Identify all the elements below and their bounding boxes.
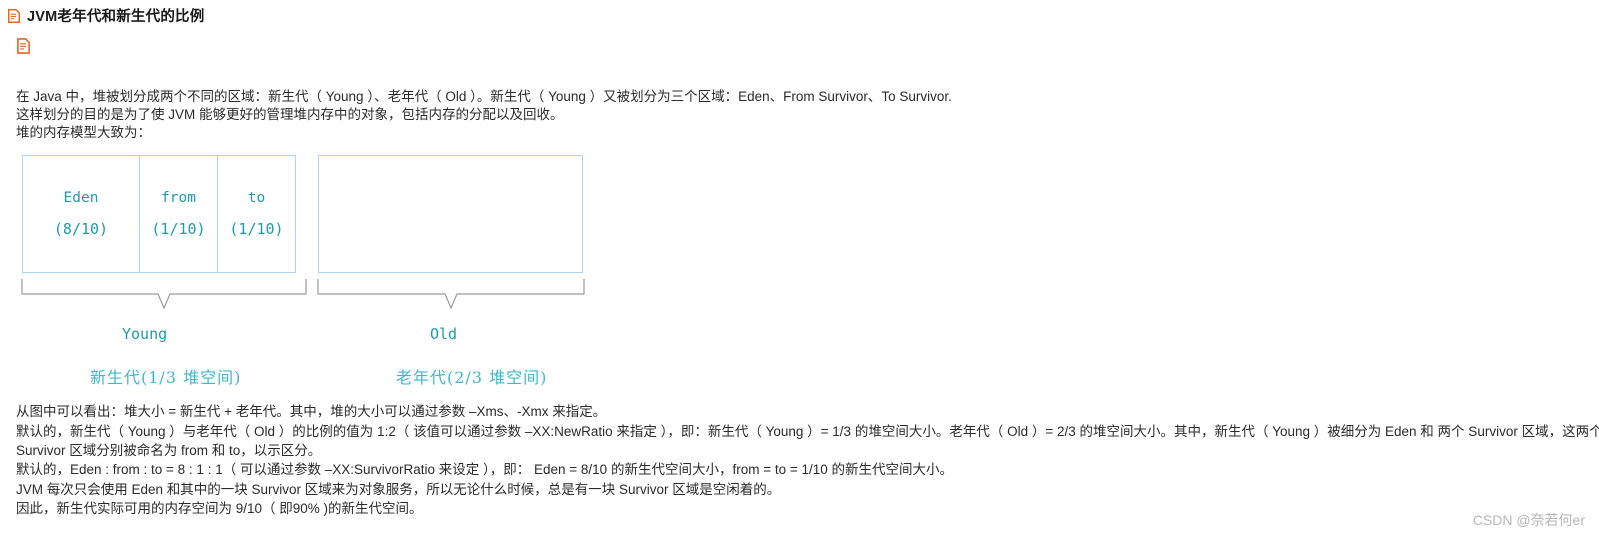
- detail-line-4: 默认的，Eden : from : to = 8 : 1 : 1（ 可以通过参数…: [16, 462, 953, 477]
- young-generation-boxes: Eden (8/10) from (1/10) to (1/10): [22, 155, 296, 273]
- old-generation-box: [318, 155, 583, 273]
- from-label: from: [161, 190, 196, 206]
- old-brace-icon: [317, 278, 585, 315]
- page-title: JVM老年代和新生代的比例: [27, 9, 205, 25]
- from-ratio: (1/10): [151, 220, 206, 238]
- content-document-icon: [17, 38, 30, 54]
- document-icon: [8, 8, 20, 23]
- intro-line-1: 在 Java 中，堆被划分成两个不同的区域：新生代（ Young ）、老年代（ …: [16, 89, 952, 104]
- young-cn-label: 新生代(1/3 堆空间): [90, 368, 242, 387]
- young-brace-icon: [21, 278, 307, 315]
- detail-line-2: 默认的，新生代（ Young ）与老年代（ Old ）的比例的值为 1:2（ 该…: [16, 424, 1599, 439]
- detail-line-5: JVM 每次只会使用 Eden 和其中的一块 Survivor 区域来为对象服务…: [16, 482, 781, 497]
- from-survivor-box: from (1/10): [140, 155, 218, 273]
- detail-line-6: 因此，新生代实际可用的内存空间为 9/10（ 即90% )的新生代空间。: [16, 501, 423, 516]
- eden-box: Eden (8/10): [22, 155, 140, 273]
- detail-line-1: 从图中可以看出：堆大小 = 新生代 + 老年代。其中，堆的大小可以通过参数 –X…: [16, 404, 607, 419]
- to-survivor-box: to (1/10): [218, 155, 296, 273]
- eden-label: Eden: [63, 190, 99, 206]
- heap-memory-diagram: Eden (8/10) from (1/10) to (1/10) Young …: [0, 150, 640, 395]
- to-label: to: [247, 190, 266, 206]
- eden-ratio: (8/10): [53, 220, 109, 238]
- to-ratio: (1/10): [229, 220, 284, 238]
- watermark: CSDN @奈若何er: [1472, 512, 1585, 528]
- detail-line-3: Survivor 区域分别被命名为 from 和 to，以示区分。: [16, 443, 322, 458]
- young-group-label: Young: [122, 325, 168, 343]
- old-group-label: Old: [430, 325, 458, 343]
- intro-line-2: 这样划分的目的是为了使 JVM 能够更好的管理堆内存中的对象，包括内存的分配以及…: [16, 107, 564, 122]
- page-header: JVM老年代和新生代的比例: [8, 5, 204, 26]
- intro-line-3: 堆的内存模型大致为：: [16, 125, 151, 140]
- old-cn-label: 老年代(2/3 堆空间): [396, 368, 548, 387]
